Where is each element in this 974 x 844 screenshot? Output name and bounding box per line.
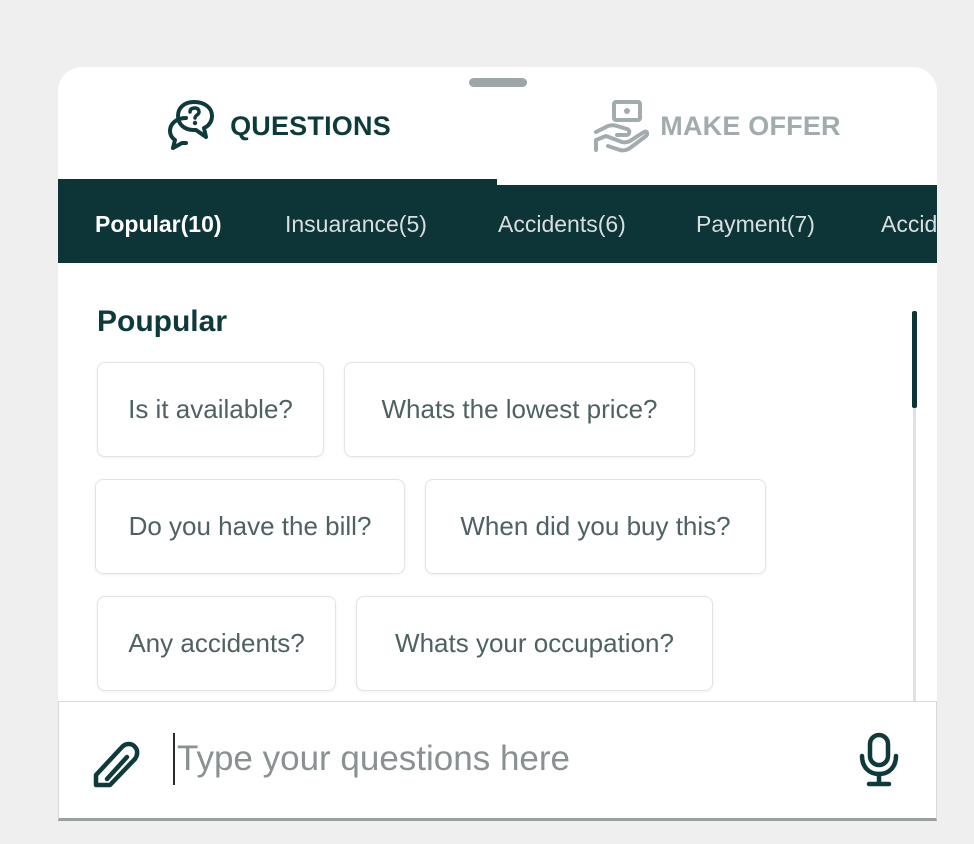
tab-questions-label: QUESTIONS: [230, 110, 391, 141]
category-bar: Popular(10) Insuarance(5) Accidents(6) P…: [58, 185, 937, 263]
question-chip[interactable]: Do you have the bill?: [95, 479, 405, 574]
category-popular[interactable]: Popular(10): [95, 185, 222, 263]
tab-make-offer-label: MAKE OFFER: [660, 110, 841, 141]
category-payment[interactable]: Payment(7): [696, 185, 815, 263]
text-caret: [173, 733, 175, 785]
questions-sheet: QUESTIONS MAKE OFFER Popular(10) Insuara…: [58, 67, 937, 821]
category-accidents[interactable]: Accidents(6): [498, 185, 626, 263]
question-chip[interactable]: Whats your occupation?: [356, 596, 713, 691]
hand-money-icon: [592, 98, 650, 154]
question-chip[interactable]: Any accidents?: [97, 596, 336, 691]
question-bubble-icon: [164, 98, 220, 154]
tab-questions[interactable]: QUESTIONS: [58, 67, 497, 185]
composer: [58, 701, 937, 821]
question-chip[interactable]: Is it available?: [97, 362, 324, 457]
category-accidents-2[interactable]: Accidents(6): [881, 185, 937, 263]
question-chip[interactable]: When did you buy this?: [425, 479, 766, 574]
category-insurance[interactable]: Insuarance(5): [285, 185, 427, 263]
question-chip[interactable]: Whats the lowest price?: [344, 362, 695, 457]
tab-bar: QUESTIONS MAKE OFFER: [58, 67, 937, 185]
question-input[interactable]: [177, 726, 837, 792]
microphone-icon[interactable]: [857, 732, 901, 788]
section-title: Poupular: [97, 305, 228, 338]
questions-content: Poupular Is it available? Whats the lowe…: [58, 263, 937, 703]
tab-make-offer[interactable]: MAKE OFFER: [497, 67, 936, 185]
scrollbar-thumb[interactable]: [912, 311, 917, 408]
paperclip-icon[interactable]: [90, 735, 144, 789]
